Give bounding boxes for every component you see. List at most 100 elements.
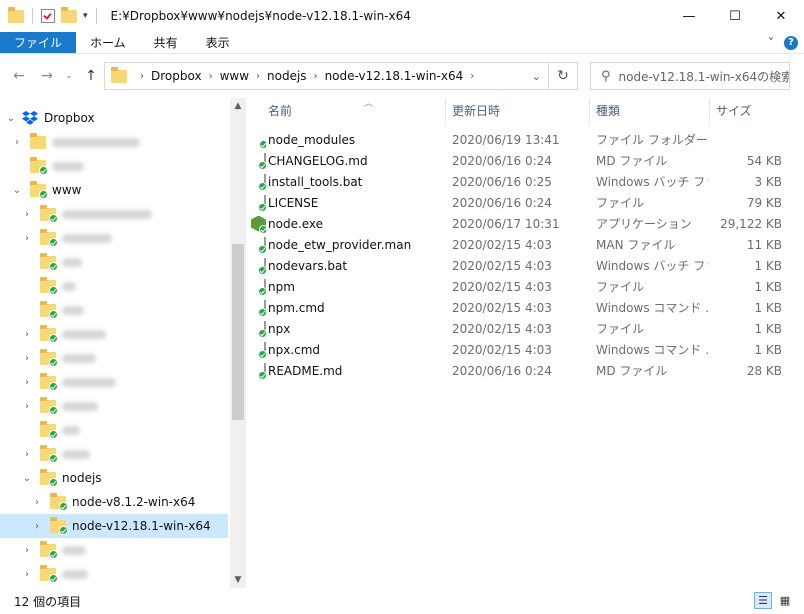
tab-share[interactable]: 共有 <box>140 32 192 53</box>
tree-item-dropbox[interactable]: ⌄ Dropbox <box>0 106 228 130</box>
redacted-label <box>62 377 116 387</box>
sidebar-scrollbar[interactable]: ▲ ▼ <box>230 98 246 588</box>
tree-item[interactable] <box>0 274 228 298</box>
tree-item[interactable]: › <box>0 562 228 586</box>
file-row[interactable]: nodevars.bat 2020/02/15 4:03 Windows バッチ フ… <box>246 255 804 276</box>
breadcrumb: › Dropbox › www › nodejs › node-v12.18.1… <box>133 69 481 83</box>
breadcrumb-www[interactable]: www <box>220 69 249 83</box>
up-arrow-icon[interactable]: ↑ <box>80 65 102 87</box>
file-date: 2020/06/16 0:24 <box>452 153 552 168</box>
tree-item[interactable]: › node-v12.18.1-win-x64 <box>0 514 228 538</box>
file-row[interactable]: node_etw_provider.man 2020/02/15 4:03 MAN … <box>246 234 804 255</box>
column-header-size[interactable]: サイズ <box>710 98 786 122</box>
tree-item[interactable] <box>0 250 228 274</box>
tree-item[interactable]: › <box>0 130 228 154</box>
back-arrow-icon[interactable]: ← <box>8 65 30 87</box>
forward-arrow-icon[interactable]: → <box>36 65 58 87</box>
tree-item[interactable]: ⌄ nodejs <box>0 466 228 490</box>
recent-locations-chevron-icon[interactable]: ⌄ <box>58 65 80 87</box>
file-date: 2020/06/17 10:31 <box>452 216 560 231</box>
search-input[interactable]: node-v12.18.1-win-x64の検索 <box>619 68 789 85</box>
scrollbar-thumb[interactable] <box>232 244 244 420</box>
tree-item[interactable]: ⌄ www <box>0 178 228 202</box>
large-icons-view-icon[interactable]: ▦ <box>776 592 794 609</box>
breadcrumb-nodejs[interactable]: nodejs <box>267 69 307 83</box>
file-row[interactable]: npm 2020/02/15 4:03 ファイル 1 KB <box>246 276 804 297</box>
chevron-right-icon[interactable]: › <box>20 329 34 340</box>
scroll-down-icon[interactable]: ▼ <box>230 572 246 588</box>
chevron-right-icon[interactable]: › <box>10 137 24 148</box>
chevron-right-icon[interactable]: › <box>256 71 260 82</box>
file-row[interactable]: LICENSE 2020/06/16 0:24 ファイル 79 KB <box>246 192 804 213</box>
tree-item[interactable]: › <box>0 202 228 226</box>
tree-item[interactable]: › <box>0 394 228 418</box>
details-view-icon[interactable]: ☰ <box>754 592 772 609</box>
tree-item[interactable]: › <box>0 442 228 466</box>
breadcrumb-current[interactable]: node-v12.18.1-win-x64 <box>325 69 464 83</box>
maximize-button[interactable]: ☐ <box>712 0 758 32</box>
chevron-right-icon[interactable]: › <box>20 377 34 388</box>
folder-icon <box>40 252 58 271</box>
scroll-up-icon[interactable]: ▲ <box>230 98 246 114</box>
document-icon <box>258 320 266 338</box>
expand-ribbon-icon[interactable]: ˅ <box>768 36 774 50</box>
minimize-button[interactable]: — <box>666 0 712 32</box>
file-row[interactable]: npm.cmd 2020/02/15 4:03 Windows コマンド ... 1 … <box>246 297 804 318</box>
tree-item[interactable]: › <box>0 370 228 394</box>
chevron-right-icon[interactable]: › <box>20 209 34 220</box>
tree-item[interactable] <box>0 298 228 322</box>
chevron-right-icon[interactable]: › <box>20 353 34 364</box>
close-button[interactable]: ✕ <box>758 0 804 32</box>
properties-icon[interactable] <box>41 9 55 23</box>
chevron-right-icon[interactable]: › <box>30 497 44 508</box>
chevron-right-icon[interactable]: › <box>20 401 34 412</box>
chevron-right-icon[interactable]: › <box>20 569 34 580</box>
refresh-button[interactable]: ↻ <box>548 62 578 90</box>
column-header-type[interactable]: 種類 <box>590 98 710 122</box>
chevron-right-icon[interactable]: › <box>314 71 318 82</box>
file-row[interactable]: install_tools.bat 2020/06/16 0:25 Windows … <box>246 171 804 192</box>
chevron-down-icon[interactable]: ⌄ <box>20 473 34 484</box>
chevron-right-icon[interactable]: › <box>20 449 34 460</box>
file-row[interactable]: CHANGELOG.md 2020/06/16 0:24 MD ファイル 54 KB <box>246 150 804 171</box>
customize-toolbar-icon[interactable]: ▾ <box>83 11 88 21</box>
column-header-name[interactable]: 名前 ︿ <box>262 98 446 122</box>
column-header-date[interactable]: 更新日時 <box>446 98 590 122</box>
tree-item[interactable]: › <box>0 322 228 346</box>
file-name: node.exe <box>268 216 324 231</box>
tab-file[interactable]: ファイル <box>0 32 77 53</box>
chevron-right-icon[interactable]: › <box>140 71 144 82</box>
file-row[interactable]: npx 2020/02/15 4:03 ファイル 1 KB <box>246 318 804 339</box>
column-headers: 名前 ︿ 更新日時 種類 サイズ <box>246 98 804 122</box>
tree-item[interactable]: › <box>0 346 228 370</box>
chevron-right-icon[interactable]: › <box>209 71 213 82</box>
tree-item[interactable] <box>0 418 228 442</box>
tree-item[interactable]: › <box>0 538 228 562</box>
breadcrumb-dropbox[interactable]: Dropbox <box>151 69 202 83</box>
chevron-right-icon[interactable]: › <box>30 521 44 532</box>
tab-view[interactable]: 表示 <box>192 32 244 53</box>
search-box[interactable]: ⚲ node-v12.18.1-win-x64の検索 <box>590 62 790 90</box>
sync-status-icon <box>49 237 58 247</box>
tab-home[interactable]: ホーム <box>76 32 140 53</box>
file-row[interactable]: node_modules 2020/06/19 13:41 ファイル フォルダー <box>246 129 804 150</box>
tree-item[interactable]: › <box>0 226 228 250</box>
chevron-right-icon[interactable]: › <box>20 545 34 556</box>
tree-item[interactable] <box>0 154 228 178</box>
address-bar[interactable]: › Dropbox › www › nodejs › node-v12.18.1… <box>104 62 578 90</box>
tree-item-label: nodejs <box>62 471 102 485</box>
file-row[interactable]: README.md 2020/06/16 0:24 MD ファイル 28 KB <box>246 360 804 381</box>
redacted-label <box>62 329 106 339</box>
sync-status-icon <box>49 333 58 343</box>
address-dropdown-icon[interactable]: ⌄ <box>532 70 541 83</box>
chevron-down-icon[interactable]: ⌄ <box>10 185 24 196</box>
chevron-right-icon[interactable]: › <box>470 71 474 82</box>
file-row[interactable]: node.exe 2020/06/17 10:31 アプリケーション 29,122 K… <box>246 213 804 234</box>
chevron-down-icon[interactable]: ⌄ <box>4 113 18 124</box>
chevron-right-icon[interactable]: › <box>20 233 34 244</box>
help-icon[interactable]: ? <box>784 35 798 50</box>
file-row[interactable]: npx.cmd 2020/02/15 4:03 Windows コマンド ... 1 … <box>246 339 804 360</box>
redacted-label <box>62 449 90 459</box>
new-folder-icon[interactable] <box>61 6 77 23</box>
tree-item[interactable]: › node-v8.1.2-win-x64 <box>0 490 228 514</box>
